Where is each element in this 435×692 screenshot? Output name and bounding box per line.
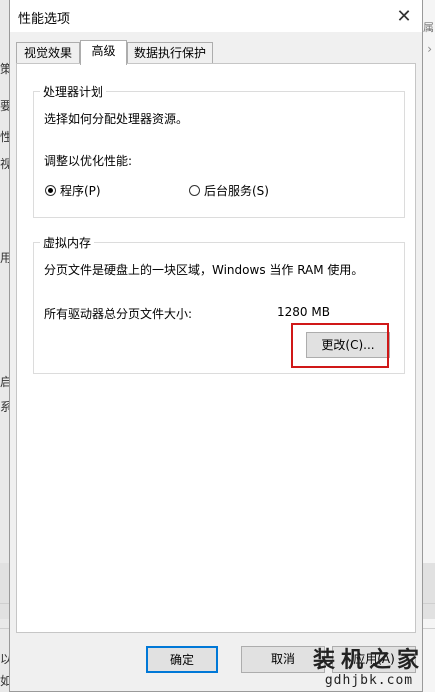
- ok-button[interactable]: 确定: [146, 646, 218, 673]
- processor-description: 选择如何分配处理器资源。: [44, 112, 189, 126]
- radio-unselected-icon: [189, 185, 200, 196]
- tab-data-execution-prevention[interactable]: 数据执行保护: [127, 42, 213, 64]
- watermark-logo: 装机之家 gdhjbk.com: [313, 647, 425, 688]
- processor-scheduling-group: 处理器计划 选择如何分配处理器资源。 调整以优化性能: 程序(P) 后台服务(S…: [33, 83, 405, 218]
- virtual-memory-label: 虚拟内存: [40, 234, 95, 251]
- advanced-tab-panel: 处理器计划 选择如何分配处理器资源。 调整以优化性能: 程序(P) 后台服务(S…: [16, 63, 416, 633]
- close-icon: ✕: [396, 5, 412, 27]
- adjust-label: 调整以优化性能:: [44, 154, 133, 168]
- radio-background-services[interactable]: 后台服务(S): [189, 182, 269, 199]
- highlight-box: [291, 323, 389, 368]
- radio-programs[interactable]: 程序(P): [45, 182, 101, 199]
- processor-scheduling-label: 处理器计划: [40, 83, 107, 100]
- tab-advanced[interactable]: 高级: [80, 40, 127, 65]
- performance-options-dialog: 性能选项 ✕ 视觉效果 高级 数据执行保护 处理器计划 选择如何分配处理器资源。…: [9, 0, 423, 692]
- total-paging-file-label: 所有驱动器总分页文件大小:: [44, 307, 193, 321]
- background-right-text: 属: [423, 21, 434, 34]
- background-scroll-arrow-icon: ›: [427, 42, 432, 56]
- watermark-title: 装机之家: [312, 647, 425, 673]
- dialog-title: 性能选项: [18, 12, 71, 27]
- total-paging-file-value: 1280 MB: [277, 305, 330, 319]
- radio-background-services-label: 后台服务(S): [204, 184, 269, 198]
- watermark-url: gdhjbk.com: [324, 673, 414, 688]
- tab-visual-effects[interactable]: 视觉效果: [16, 42, 80, 64]
- close-button[interactable]: ✕: [386, 0, 422, 32]
- title-bar[interactable]: 性能选项 ✕: [10, 0, 422, 32]
- radio-selected-icon: [45, 185, 56, 196]
- radio-programs-label: 程序(P): [60, 184, 101, 198]
- virtual-memory-description: 分页文件是硬盘上的一块区域，Windows 当作 RAM 使用。: [44, 263, 364, 277]
